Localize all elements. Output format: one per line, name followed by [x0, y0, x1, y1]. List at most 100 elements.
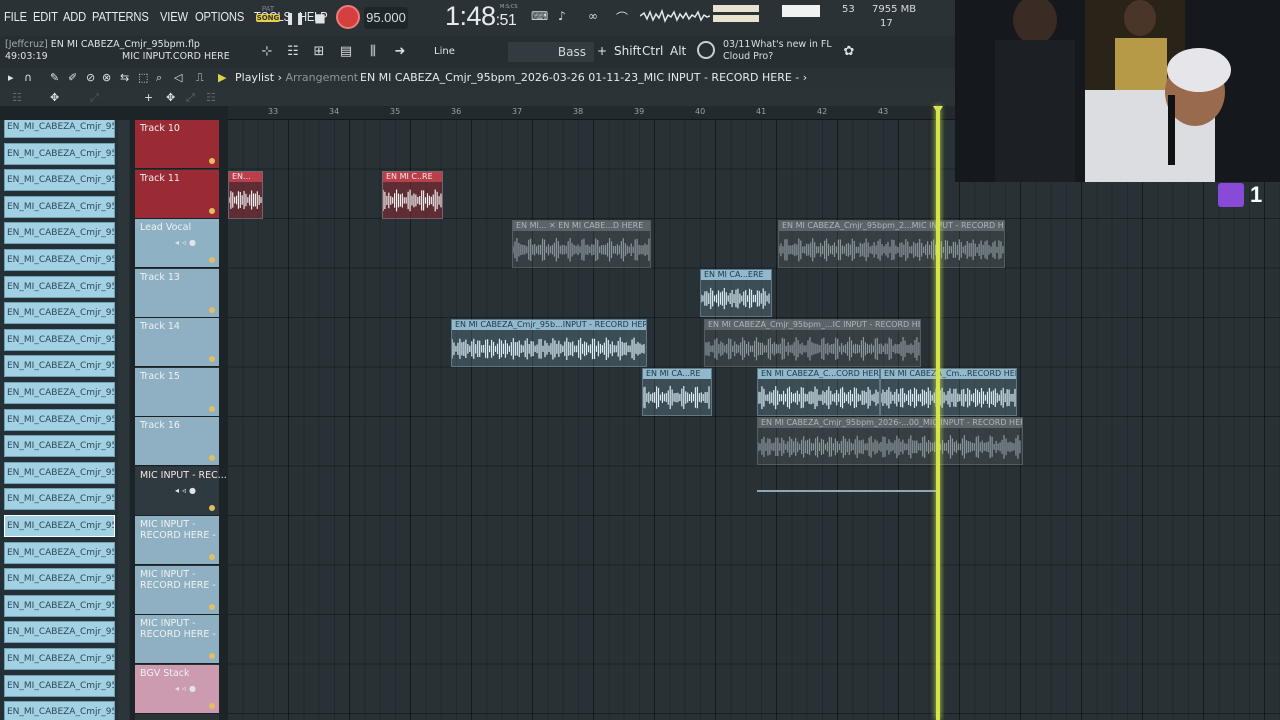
fl-logo-icon[interactable]: ✿ — [840, 43, 858, 61]
mixer-icon[interactable]: ⫼ — [364, 43, 382, 61]
snap-selector[interactable]: Line — [420, 43, 488, 61]
pattern-item[interactable]: EN_MI_CABEZA_Cmjr_95bp... — [4, 169, 115, 192]
track-header[interactable]: Track 15 — [135, 367, 219, 417]
audio-clip[interactable]: EN MI CABEZA_Cmjr_95b...INPUT - RECORD H… — [451, 319, 647, 367]
track-header[interactable]: MIC INPUT - RECORD HERE - — [135, 565, 219, 615]
playlist-grid[interactable]: EN... EN MI C..RE EN MI... ✕ EN MI CABE...… — [228, 120, 1280, 720]
pattern-item[interactable]: EN_MI_CABEZA_Cmjr_95bp... — [4, 701, 115, 720]
track-color-dot[interactable] — [209, 603, 215, 610]
audio-clip[interactable]: EN MI CABEZA_Cmjr_95bpm_...IC INPUT - RE… — [704, 319, 921, 367]
track-color-dot[interactable] — [209, 257, 215, 263]
metronome-icon[interactable]: ♪ — [558, 9, 566, 23]
select-icon[interactable]: ⬚ — [138, 71, 148, 84]
pattern-item[interactable]: EN_MI_CABEZA_Cmjr_95bp... — [4, 195, 115, 218]
channel-rack-icon[interactable]: ▤ — [337, 43, 355, 61]
paint-icon[interactable]: ✐ — [68, 71, 77, 84]
track-color-dot[interactable] — [209, 405, 215, 412]
audio-clip[interactable]: EN MI CA...ERE — [700, 269, 772, 317]
audio-clip[interactable]: EN MI CABEZA_Cmjr_95bpm_2...MIC INPUT - … — [778, 220, 1005, 268]
add-icon[interactable]: + — [597, 44, 607, 58]
pattern-item[interactable]: EN_MI_CABEZA_Cmjr_95bp... — [4, 515, 115, 537]
magnet-icon[interactable]: ∩ — [24, 71, 32, 84]
pattern-item[interactable]: EN_MI_CABEZA_Cmjr_95bp... — [4, 275, 115, 298]
audio-clip[interactable]: EN MI CABEZA_Cmjr_95bpm_2026-...00_MIC I… — [757, 417, 1023, 465]
track-controls[interactable]: ◂◃● — [175, 238, 199, 247]
audio-clip[interactable]: EN MI C..RE — [382, 171, 443, 219]
track-controls[interactable]: ◂◃● — [175, 486, 199, 495]
play-arrow-icon[interactable]: ▸ — [8, 71, 14, 84]
pattern-item[interactable]: EN_MI_CABEZA_Cmjr_95bp... — [4, 408, 115, 431]
track-header[interactable]: Track 14 — [135, 318, 219, 367]
track-header[interactable]: MIC INPUT - RECORD HERE - — [135, 615, 219, 664]
pattern-item[interactable]: EN_MI_CABEZA_Cmjr_95bp... — [4, 249, 115, 271]
tempo-display[interactable]: 95.000 — [364, 7, 408, 29]
pattern-item[interactable]: EN_MI_CABEZA_Cmjr_95bp... — [4, 594, 115, 617]
snap-icon[interactable]: ⊹ — [258, 43, 276, 61]
shift-key[interactable]: Shift — [614, 44, 641, 58]
alt-key[interactable]: Alt — [670, 44, 686, 58]
menu-add[interactable]: ADD — [63, 9, 86, 24]
mute-icon[interactable]: ⊗ — [102, 71, 111, 84]
playback-icon[interactable]: ⎍ — [196, 71, 204, 85]
track-color-dot[interactable] — [209, 504, 215, 511]
track-header[interactable]: MIC INPUT - REC... ◂◃● — [135, 466, 227, 516]
pattern-item[interactable]: EN_MI_CABEZA_Cmjr_95bp... — [4, 302, 115, 325]
pattern-item[interactable]: EN_MI_CABEZA_Cmjr_95bp... — [4, 541, 115, 564]
track-color-dot[interactable] — [209, 158, 215, 164]
pattern-item[interactable]: EN_MI_CABEZA_Cmjr_95bp... — [4, 222, 115, 245]
pattern-item[interactable]: EN_MI_CABEZA_Cmjr_95bp... — [4, 120, 115, 138]
loop-record-icon[interactable]: ∞ — [588, 9, 598, 23]
picker-link-icon-2[interactable]: ⤢ — [186, 91, 195, 105]
track-header[interactable]: Track 13 — [135, 268, 219, 318]
pattern-item[interactable]: EN_MI_CABEZA_Cmjr_95bp... — [4, 435, 115, 458]
track-header[interactable]: Lead Vocal ◂◃● — [135, 219, 219, 268]
playhead[interactable] — [936, 106, 940, 720]
track-color-dot[interactable] — [209, 207, 215, 214]
add-track-icon[interactable]: + — [144, 91, 153, 104]
pat-song-toggle[interactable]: PAT SONG — [256, 5, 280, 22]
volume-icon[interactable]: ◁ — [174, 71, 182, 84]
menu-patterns[interactable]: PATTERNS — [92, 9, 149, 24]
pattern-item[interactable]: EN_MI_CABEZA_Cmjr_95bp... — [4, 461, 115, 484]
track-color-dot[interactable] — [209, 554, 215, 560]
picker-grid-icon-2[interactable]: ☷ — [206, 91, 216, 104]
monitor-icon[interactable]: ⌒ — [616, 9, 628, 26]
picker-scrollbar[interactable] — [118, 120, 129, 720]
track-color-dot[interactable] — [209, 653, 215, 659]
keyboard-icon[interactable]: ⌨ — [531, 9, 548, 23]
slip-icon[interactable]: ⇆ — [120, 71, 129, 84]
audio-clip[interactable]: EN MI CA...RE — [642, 368, 712, 416]
pattern-item[interactable]: EN_MI_CABEZA_Cmjr_95bp... — [4, 674, 115, 697]
menu-view[interactable]: VIEW — [160, 9, 188, 24]
track-header[interactable]: Track 16 — [135, 417, 219, 466]
ctrl-key[interactable]: Ctrl — [642, 44, 663, 58]
picker-move-icon-2[interactable]: ✥ — [166, 91, 175, 104]
audio-clip[interactable]: EN MI... ✕ EN MI CABE...D HERE — [512, 220, 651, 268]
playlist-icon[interactable]: ☷ — [284, 43, 302, 61]
pattern-item[interactable]: EN_MI_CABEZA_Cmjr_95bp... — [4, 621, 115, 644]
menu-edit[interactable]: EDIT — [33, 9, 58, 24]
piano-roll-icon[interactable]: ⊞ — [310, 43, 328, 61]
track-header[interactable]: Track 10 — [135, 120, 219, 169]
pause-icon[interactable]: ❚❚ — [284, 7, 306, 29]
pattern-item[interactable]: EN_MI_CABEZA_Cmjr_95bp... — [4, 142, 115, 165]
track-controls[interactable]: ◂◃● — [175, 684, 199, 693]
picker-move-icon[interactable]: ✥ — [50, 91, 59, 104]
menu-file[interactable]: FILE — [4, 9, 27, 24]
audio-clip[interactable]: EN MI CABEZA_Cm...RECORD HERE — [880, 368, 1017, 416]
preset-selector[interactable]: Bass — [508, 42, 594, 62]
track-color-dot[interactable] — [209, 702, 215, 709]
arrow-right-icon[interactable]: ➜ — [391, 43, 409, 61]
audio-clip[interactable]: EN MI CABEZA_C...CORD HERE — [757, 368, 880, 416]
audio-clip[interactable]: EN... — [228, 171, 263, 219]
track-header[interactable]: BGV Stack ◂◃● — [135, 664, 219, 714]
picker-grid-icon[interactable]: ☷ — [12, 91, 22, 104]
pattern-item[interactable]: EN_MI_CABEZA_Cmjr_95bp... — [4, 648, 115, 670]
track-color-dot[interactable] — [209, 356, 215, 362]
pattern-item[interactable]: EN_MI_CABEZA_Cmjr_95bp... — [4, 568, 115, 591]
track-header[interactable]: Track 11 — [135, 169, 219, 219]
menu-options[interactable]: OPTIONS — [195, 9, 244, 24]
pattern-item[interactable]: EN_MI_CABEZA_Cmjr_95bp... — [4, 488, 115, 511]
stop-icon[interactable]: ■ — [309, 7, 331, 29]
track-color-dot[interactable] — [209, 455, 215, 461]
